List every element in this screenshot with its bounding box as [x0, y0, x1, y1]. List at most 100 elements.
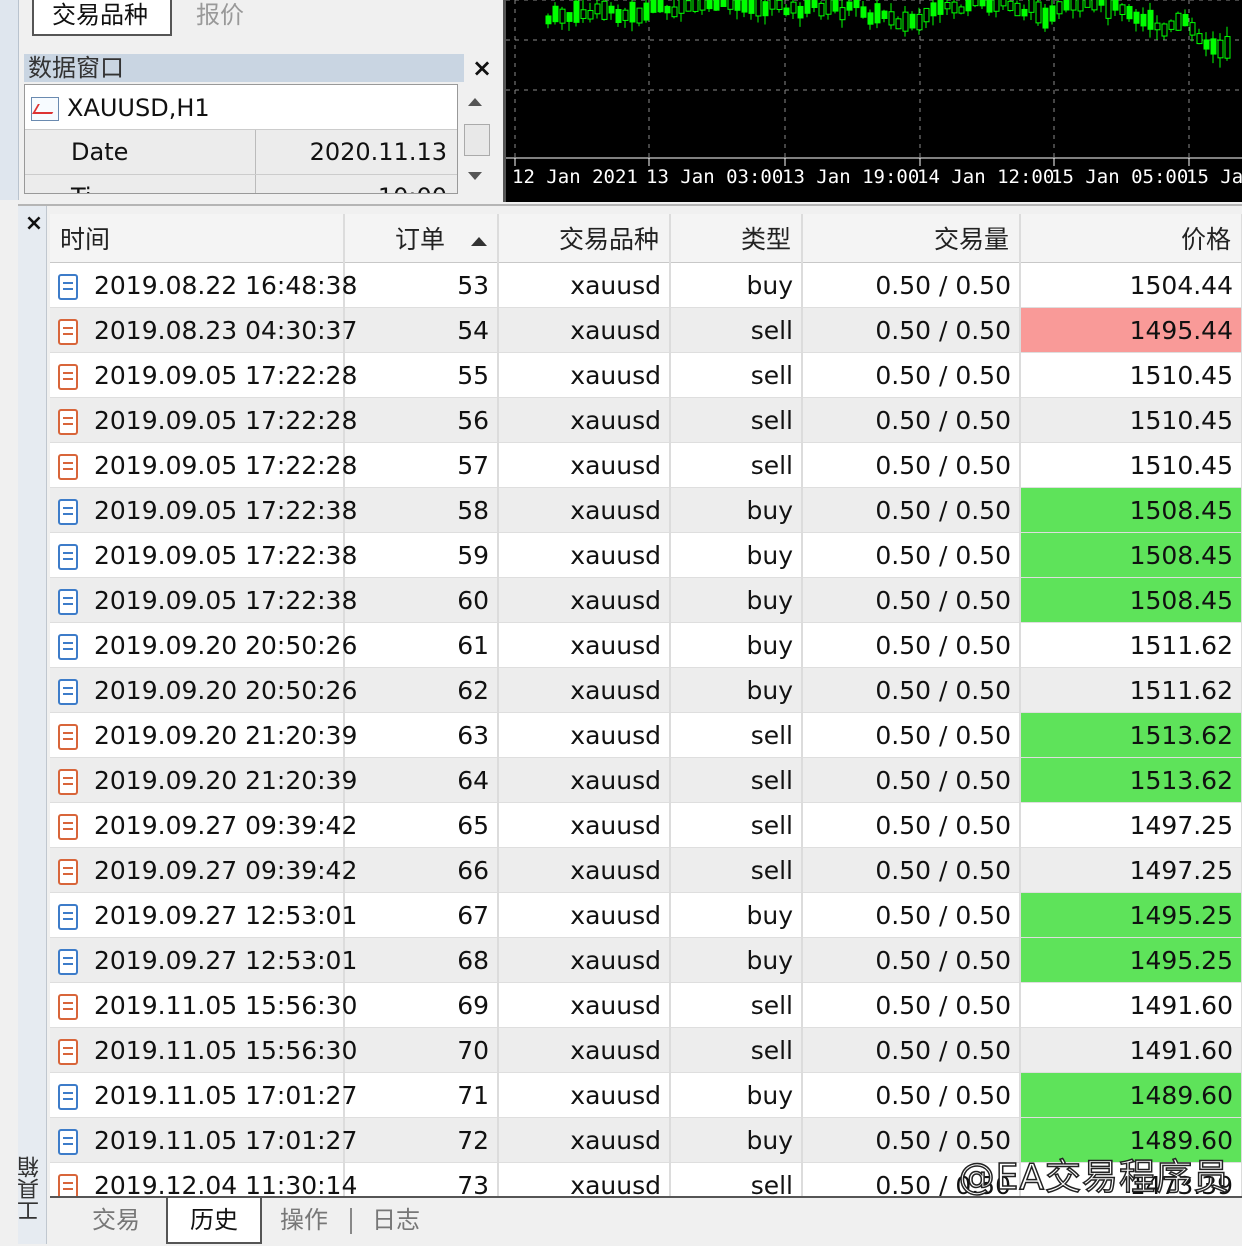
- cell-type: sell: [670, 847, 803, 893]
- candle: [608, 5, 615, 14]
- cell-type: sell: [670, 397, 803, 443]
- cell-order: 56: [344, 397, 499, 443]
- data-window-close-icon[interactable]: ×: [468, 54, 496, 82]
- data-window-symbol: XAUUSD,H1: [31, 89, 210, 127]
- table-row[interactable]: 2019.09.05 17:22:38 58 xauusd buy 0.50 / 0.5…: [50, 487, 1242, 533]
- table-row[interactable]: 2019.09.27 12:53:01 68 xauusd buy 0.50 / 0.5…: [50, 937, 1242, 983]
- cell-volume: 0.50 / 0.50: [802, 442, 1021, 488]
- cell-time: 2019.08.23 04:30:37: [50, 307, 357, 353]
- cell-type: buy: [670, 487, 803, 533]
- cell-type: buy: [670, 1072, 803, 1118]
- table-row[interactable]: 2019.11.05 17:01:27 71 xauusd buy 0.50 / 0.5…: [50, 1072, 1242, 1118]
- cell-time: 2019.09.05 17:22:28: [50, 397, 357, 443]
- cell-order: 55: [344, 352, 499, 398]
- candle: [909, 13, 916, 29]
- table-row[interactable]: 2019.09.20 21:20:39 63 xauusd sell 0.50 / 0.…: [50, 712, 1242, 758]
- table-row[interactable]: 2019.11.05 15:56:30 70 xauusd sell 0.50 / 0.…: [50, 1027, 1242, 1073]
- cell-type: buy: [670, 262, 803, 308]
- cell-order: 59: [344, 532, 499, 578]
- tab-history[interactable]: 历史: [166, 1198, 262, 1244]
- candle: [783, 7, 790, 16]
- column-header-type[interactable]: 类型: [670, 214, 803, 263]
- candle: [1056, 1, 1063, 15]
- candle: [727, 0, 734, 10]
- cell-order: 53: [344, 262, 499, 308]
- table-row[interactable]: 2019.09.05 17:22:28 56 xauusd sell 0.50 / 0.…: [50, 397, 1242, 443]
- candle: [1105, 0, 1112, 19]
- terminal-tabs: 交易 历史 操作 日志: [50, 1196, 1242, 1246]
- candle: [853, 0, 860, 9]
- candle: [825, 0, 832, 15]
- table-row[interactable]: 2019.08.23 04:30:37 54 xauusd sell 0.50 / 0.…: [50, 307, 1242, 353]
- table-row[interactable]: 2019.09.27 09:39:42 65 xauusd sell 0.50 / 0.…: [50, 802, 1242, 848]
- data-window-row-date: Date 2020.11.13: [25, 129, 457, 174]
- column-header-price[interactable]: 价格: [1020, 214, 1242, 263]
- tab-symbols[interactable]: 交易品种: [32, 0, 172, 36]
- cell-price: 1508.45: [1020, 487, 1242, 533]
- table-row[interactable]: 2019.11.05 15:56:30 69 xauusd sell 0.50 / 0.…: [50, 982, 1242, 1028]
- column-header-order[interactable]: 订单: [344, 214, 499, 263]
- cell-time-text: 2019.09.20 21:20:39: [94, 765, 358, 795]
- candle: [818, 2, 825, 17]
- cell-time: 2019.09.27 12:53:01: [50, 937, 357, 983]
- table-row[interactable]: 2019.09.20 20:50:26 62 xauusd buy 0.50 / 0.5…: [50, 667, 1242, 713]
- time-axis-label: 15 Jan 05:00: [1051, 166, 1189, 188]
- tab-journal[interactable]: 日志: [356, 1198, 436, 1242]
- table-row[interactable]: 2019.08.22 16:48:38 53 xauusd buy 0.50 / 0.5…: [50, 262, 1242, 308]
- cell-time: 2019.09.27 09:39:42: [50, 802, 357, 848]
- buy-order-icon: [58, 498, 78, 525]
- tab-separator: [350, 1208, 352, 1234]
- cell-time-text: 2019.11.05 17:01:27: [94, 1125, 358, 1155]
- cell-volume: 0.50 / 0.50: [802, 667, 1021, 713]
- cell-symbol: xauusd: [498, 442, 671, 488]
- data-window-key: Ti: [71, 175, 92, 193]
- cell-price: 1491.60: [1020, 1027, 1242, 1073]
- cell-symbol: xauusd: [498, 1162, 671, 1196]
- column-header-volume[interactable]: 交易量: [802, 214, 1021, 263]
- cell-order: 71: [344, 1072, 499, 1118]
- table-row[interactable]: 2019.09.27 12:53:01 67 xauusd buy 0.50 / 0.5…: [50, 892, 1242, 938]
- candle: [1084, 0, 1091, 8]
- candle: [860, 6, 867, 18]
- scroll-thumb[interactable]: [464, 124, 490, 156]
- buy-order-icon: [58, 1128, 78, 1155]
- buy-order-icon: [58, 588, 78, 615]
- cell-order: 64: [344, 757, 499, 803]
- sell-order-icon: [58, 1038, 78, 1065]
- price-chart[interactable]: 12 Jan 2021 13 Jan 03:00 13 Jan 19:00 14 Ja…: [503, 0, 1242, 202]
- cell-price: 1510.45: [1020, 352, 1242, 398]
- cell-symbol: xauusd: [498, 1072, 671, 1118]
- candle: [804, 0, 811, 14]
- tab-operations[interactable]: 操作: [262, 1198, 346, 1242]
- tab-quotes[interactable]: 报价: [178, 0, 288, 36]
- cell-time: 2019.11.05 15:56:30: [50, 982, 357, 1028]
- candle: [1154, 22, 1161, 31]
- cell-order: 54: [344, 307, 499, 353]
- candle: [580, 9, 587, 19]
- table-row[interactable]: 2019.09.20 21:20:39 64 xauusd sell 0.50 / 0.…: [50, 757, 1242, 803]
- table-row[interactable]: 2019.09.05 17:22:28 55 xauusd sell 0.50 / 0.…: [50, 352, 1242, 398]
- scroll-down-icon[interactable]: [468, 172, 482, 180]
- left-dock-strip: [0, 0, 19, 200]
- table-row[interactable]: 2019.09.05 17:22:38 60 xauusd buy 0.50 / 0.5…: [50, 577, 1242, 623]
- scroll-up-icon[interactable]: [468, 98, 482, 106]
- terminal-close-icon[interactable]: ×: [22, 212, 46, 236]
- column-header-time[interactable]: 时间: [50, 214, 345, 263]
- column-header-symbol[interactable]: 交易品种: [498, 214, 671, 263]
- table-row[interactable]: 2019.09.27 09:39:42 66 xauusd sell 0.50 / 0.…: [50, 847, 1242, 893]
- table-row[interactable]: 2019.09.20 20:50:26 61 xauusd buy 0.50 / 0.5…: [50, 622, 1242, 668]
- data-window-value: 2020.11.13: [309, 138, 447, 166]
- candle: [1140, 13, 1147, 27]
- candle: [741, 0, 748, 13]
- candle: [1049, 5, 1056, 22]
- tab-trade[interactable]: 交易: [68, 1198, 164, 1242]
- candle: [1007, 0, 1014, 12]
- candle: [951, 1, 958, 14]
- cell-volume: 0.50 / 0.50: [802, 397, 1021, 443]
- buy-order-icon: [58, 273, 78, 300]
- data-window-scrollbar[interactable]: [460, 84, 492, 194]
- cell-time-text: 2019.11.05 17:01:27: [94, 1080, 358, 1110]
- table-row[interactable]: 2019.09.05 17:22:38 59 xauusd buy 0.50 / 0.5…: [50, 532, 1242, 578]
- candle: [755, 0, 762, 17]
- table-row[interactable]: 2019.09.05 17:22:28 57 xauusd sell 0.50 / 0.…: [50, 442, 1242, 488]
